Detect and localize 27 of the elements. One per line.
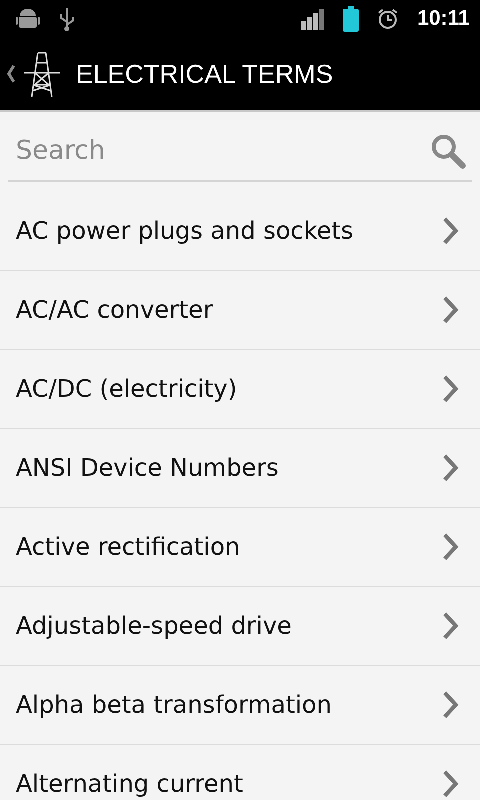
term-list-item[interactable]: ANSI Device Numbers (0, 429, 480, 508)
chevron-right-icon (442, 374, 460, 404)
term-list-item[interactable]: AC/DC (electricity) (0, 350, 480, 429)
pylon-icon (22, 51, 62, 97)
search-field[interactable]: Search (14, 135, 430, 167)
term-list-item[interactable]: Adjustable-speed drive (0, 587, 480, 666)
alarm-clock-icon (377, 8, 400, 30)
search-icon[interactable] (430, 133, 466, 169)
clock-time: 10:11 (417, 7, 470, 31)
term-list-item[interactable]: Alpha beta transformation (0, 666, 480, 745)
chevron-right-icon (442, 216, 460, 246)
term-list-item[interactable]: Active rectification (0, 508, 480, 587)
chevron-right-icon (442, 295, 460, 325)
chevron-right-icon (442, 453, 460, 483)
term-list-item[interactable]: AC power plugs and sockets (0, 192, 480, 271)
signal-icon (301, 8, 326, 30)
chevron-right-icon (442, 611, 460, 641)
usb-icon (58, 6, 76, 32)
chevron-right-icon (442, 690, 460, 720)
term-list-item[interactable]: Alternating current (0, 745, 480, 800)
chevron-right-icon (442, 769, 460, 799)
back-icon[interactable] (6, 64, 16, 84)
battery-icon (343, 6, 360, 32)
chevron-right-icon (442, 532, 460, 562)
app-title: ELECTRICAL TERMS (76, 58, 334, 90)
android-icon (16, 8, 40, 30)
term-list-item[interactable]: AC/AC converter (0, 271, 480, 350)
